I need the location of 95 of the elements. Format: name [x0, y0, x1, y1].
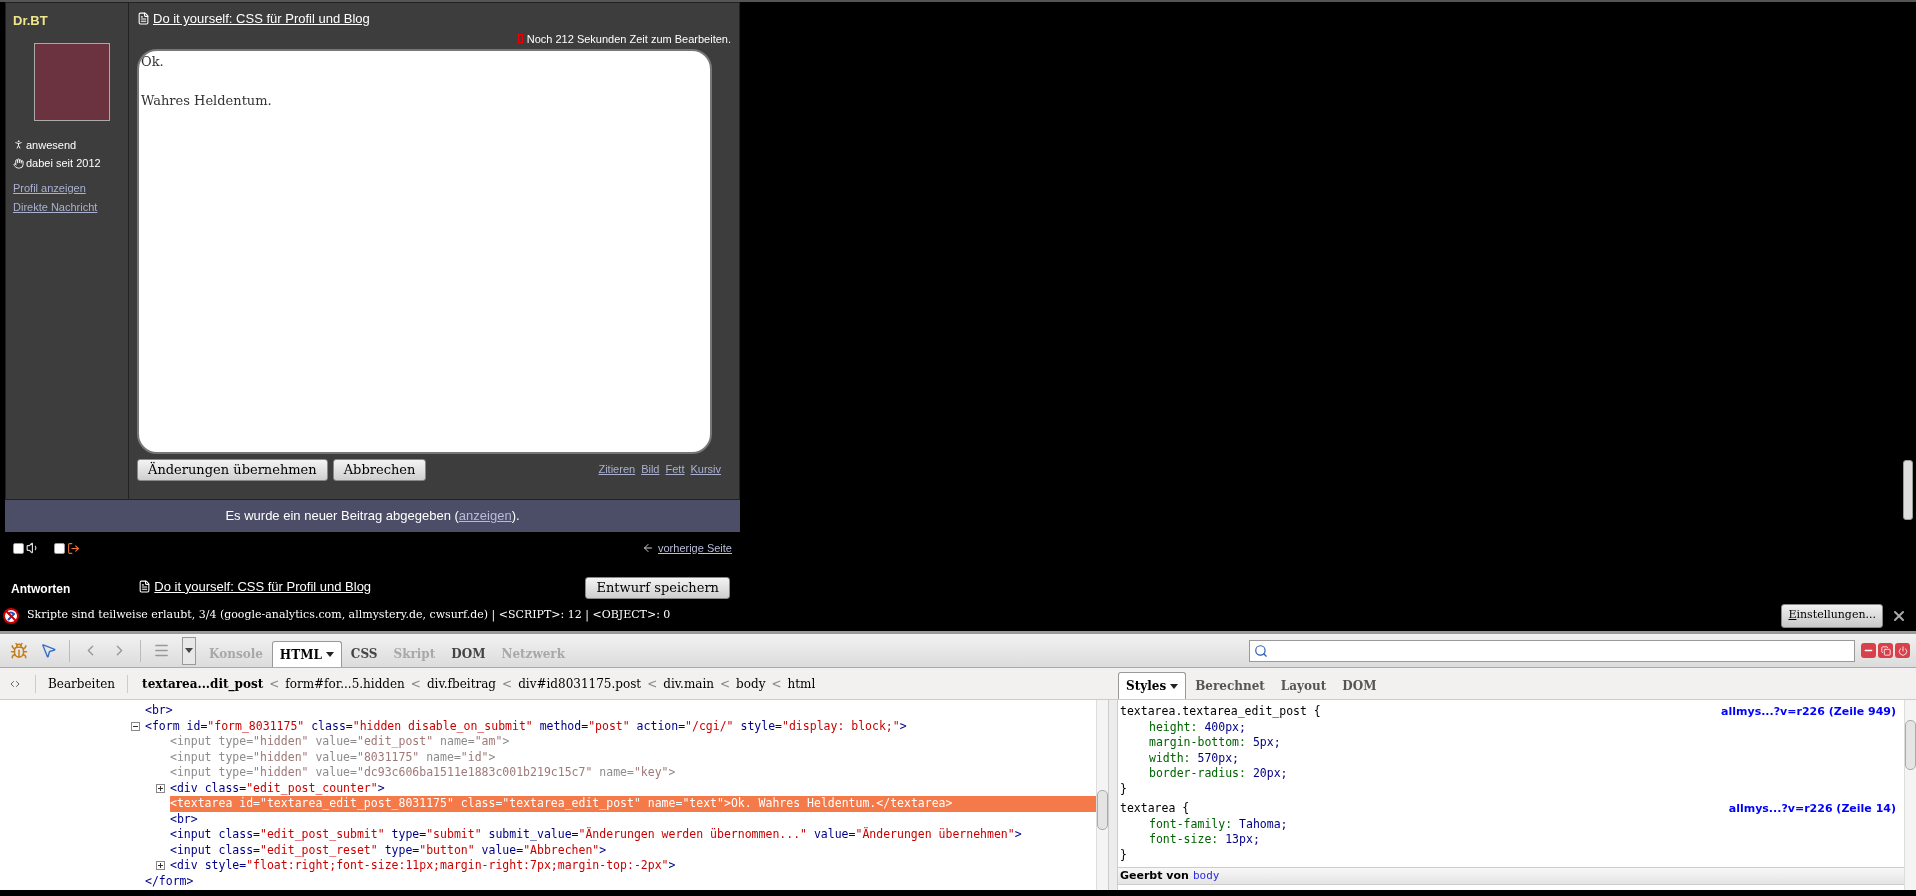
menu-icon[interactable]: [153, 642, 170, 659]
form-button[interactable]: Abbrechen: [332, 459, 427, 481]
code-line[interactable]: <div class="edit_post_counter">: [170, 780, 1096, 796]
code-line[interactable]: <input type="hidden" value="edit_post" name="am">: [170, 734, 1096, 750]
document-icon: [137, 12, 150, 26]
inherited-element-link[interactable]: body: [1192, 867, 1220, 885]
code-line[interactable]: <form id="form_8031175" class="hidden disable_on_submit" method="post" action="/cgi/" style="display: block;">: [145, 718, 1096, 734]
member-since: dabei seit 2012: [26, 156, 101, 171]
save-draft-button[interactable]: Entwurf speichern: [585, 577, 730, 599]
notification-text: Skripte sind teilweise erlaubt, 3/4 (google-analytics.com, allmystery.de, cwsurf.de) | <SCRIPT>: 12 | <OBJECT>: 0: [27, 607, 671, 624]
timer-icon: [517, 34, 523, 44]
checkbox[interactable]: [13, 542, 24, 554]
side-panel-tab[interactable]: Styles: [1118, 672, 1187, 699]
bug-icon[interactable]: [10, 641, 28, 660]
detach-button[interactable]: [1878, 643, 1893, 658]
document-icon: [138, 579, 152, 593]
scrollbar[interactable]: [1904, 700, 1916, 890]
notice-text: Es wurde ein neuer Beitrag abgegeben (anzeigen).: [225, 507, 520, 526]
post-text-area[interactable]: Ok. Wahres Heldentum.: [137, 49, 712, 454]
panel-tab[interactable]: HTML: [271, 641, 342, 667]
scrollbar[interactable]: [1096, 700, 1108, 890]
side-panel-tab[interactable]: Berechnet: [1188, 672, 1272, 699]
settings-button[interactable]: Einstellungen...: [1781, 603, 1883, 628]
search-icon: [1254, 643, 1268, 658]
css-declaration[interactable]: margin-bottom: 5px;: [1149, 734, 1281, 752]
previous-page-link[interactable]: vorherige Seite: [658, 539, 732, 557]
person-icon: [13, 139, 24, 151]
stylesheet-link[interactable]: allmys...?v=r226 (Zeile 949): [1721, 703, 1896, 720]
css-declaration[interactable]: border-radius: 20px;: [1149, 765, 1288, 783]
breadcrumb-separator: <: [502, 675, 513, 693]
code-line[interactable]: <input class="edit_post_submit" type="submit" submit_value="Änderungen werden übernommen..." value="Änderungen übernehmen">: [170, 827, 1096, 843]
dropdown-button[interactable]: [182, 636, 196, 665]
checkbox[interactable]: [54, 542, 65, 554]
format-link[interactable]: Zitieren: [598, 461, 636, 478]
breadcrumb-item[interactable]: body: [736, 674, 766, 693]
breadcrumb-item[interactable]: form#for...5.hidden: [285, 674, 405, 693]
edit-button[interactable]: Bearbeiten: [36, 674, 128, 693]
hand-icon: [13, 157, 24, 169]
css-declaration[interactable]: font-size: 13px;: [1149, 831, 1260, 849]
blocked-script-icon: [3, 607, 19, 624]
code-line[interactable]: <br>: [170, 811, 1096, 827]
format-link[interactable]: Bild: [641, 461, 660, 478]
search-field[interactable]: [1249, 639, 1855, 662]
inherited-label: Geerbt von: [1120, 867, 1189, 884]
thread-title-link[interactable]: Do it yourself: CSS für Profil und Blog: [154, 576, 372, 596]
breadcrumb-item[interactable]: div#id8031175.post: [518, 674, 642, 693]
breadcrumb-separator: <: [647, 675, 658, 693]
thread-title-link[interactable]: Do it yourself: CSS für Profil und Blog: [153, 9, 370, 29]
breadcrumb-separator: <: [410, 675, 421, 693]
side-panel-tab[interactable]: Layout: [1273, 672, 1334, 699]
windows-icon: [1880, 645, 1891, 656]
form-button[interactable]: Änderungen übernehmen: [137, 459, 328, 481]
css-declaration[interactable]: height: 400px;: [1149, 718, 1246, 736]
collapse-icon[interactable]: [131, 721, 140, 731]
author-name: Dr.BT: [13, 12, 49, 30]
stylesheet-link[interactable]: allmys...?v=r226 (Zeile 14): [1728, 800, 1896, 817]
css-declaration[interactable]: font-family: Tahoma;: [1149, 815, 1288, 833]
code-line[interactable]: <div style="float:right;font-size:11px;margin-right:7px;margin-top:-2px">: [170, 858, 1096, 874]
inspect-icon[interactable]: [40, 642, 57, 659]
code-line[interactable]: <input type="hidden" value="dc93c606ba1511e1883c001b219c15c7" name="key">: [170, 765, 1096, 781]
css-brace: }: [1120, 846, 1127, 864]
css-brace: }: [1120, 780, 1127, 798]
panel-tab[interactable]: DOM: [444, 641, 493, 667]
code-line[interactable]: <input type="hidden" value="8031175" name="id">: [170, 749, 1096, 765]
show-link[interactable]: anzeigen: [458, 508, 512, 524]
code-line[interactable]: <input class="edit_post_reset" type="button" value="Abbrechen">: [170, 842, 1096, 858]
power-button[interactable]: [1895, 643, 1910, 658]
arrow-left-icon: [642, 542, 654, 554]
breadcrumb-item[interactable]: textarea...dit_post: [142, 674, 264, 693]
breadcrumb-item[interactable]: div.main: [663, 674, 714, 693]
code-line[interactable]: </form>: [145, 873, 1096, 889]
profile-link[interactable]: Direkte Nachricht: [13, 199, 121, 216]
breadcrumb-separator: <: [771, 675, 782, 693]
panel-tab[interactable]: CSS: [343, 641, 385, 667]
format-link[interactable]: Kursiv: [690, 461, 721, 478]
breadcrumb-item[interactable]: html: [787, 674, 816, 693]
profile-link[interactable]: Profil anzeigen: [13, 179, 121, 196]
expand-icon[interactable]: [156, 861, 165, 871]
power-icon: [1897, 645, 1908, 656]
edit-timer: Noch 212 Sekunden Zeit zum Bearbeiten.: [526, 31, 731, 47]
door-exit-icon: [67, 541, 80, 555]
online-status: anwesend: [26, 137, 77, 153]
caret-icon: [185, 648, 193, 653]
css-selector: textarea {: [1120, 800, 1190, 818]
reply-heading: Antworten: [10, 581, 71, 598]
css-selector: textarea.textarea_edit_post {: [1120, 703, 1321, 721]
format-link[interactable]: Fett: [665, 461, 685, 478]
breadcrumb-separator: <: [269, 675, 280, 693]
minimize-button[interactable]: [1861, 643, 1876, 658]
side-panel-tab[interactable]: DOM: [1335, 672, 1384, 699]
code-line[interactable]: <br>: [145, 703, 1096, 719]
breadcrumb-item[interactable]: div.fbeitrag: [426, 674, 497, 693]
expand-icon[interactable]: [156, 783, 165, 793]
breadcrumb-separator: <: [720, 675, 731, 693]
css-declaration[interactable]: width: 570px;: [1149, 749, 1240, 767]
